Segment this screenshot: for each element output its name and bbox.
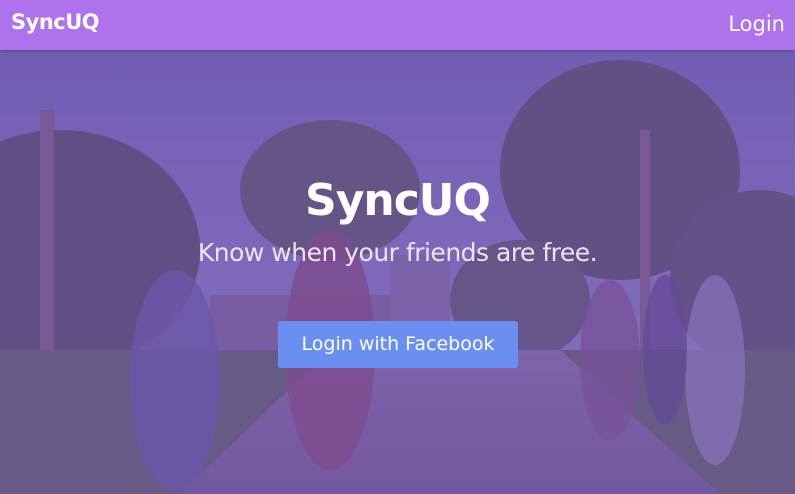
hero-subtitle: Know when your friends are free.	[197, 238, 598, 267]
hero-section: SyncUQ Know when your friends are free. …	[0, 50, 795, 494]
brand-logo[interactable]: SyncUQ	[11, 10, 100, 34]
top-navbar: SyncUQ Login	[0, 0, 795, 50]
purple-overlay	[0, 50, 795, 494]
login-with-facebook-button[interactable]: Login with Facebook	[278, 321, 518, 368]
hero-title: SyncUQ	[305, 175, 491, 226]
nav-login-link[interactable]: Login	[728, 12, 785, 36]
